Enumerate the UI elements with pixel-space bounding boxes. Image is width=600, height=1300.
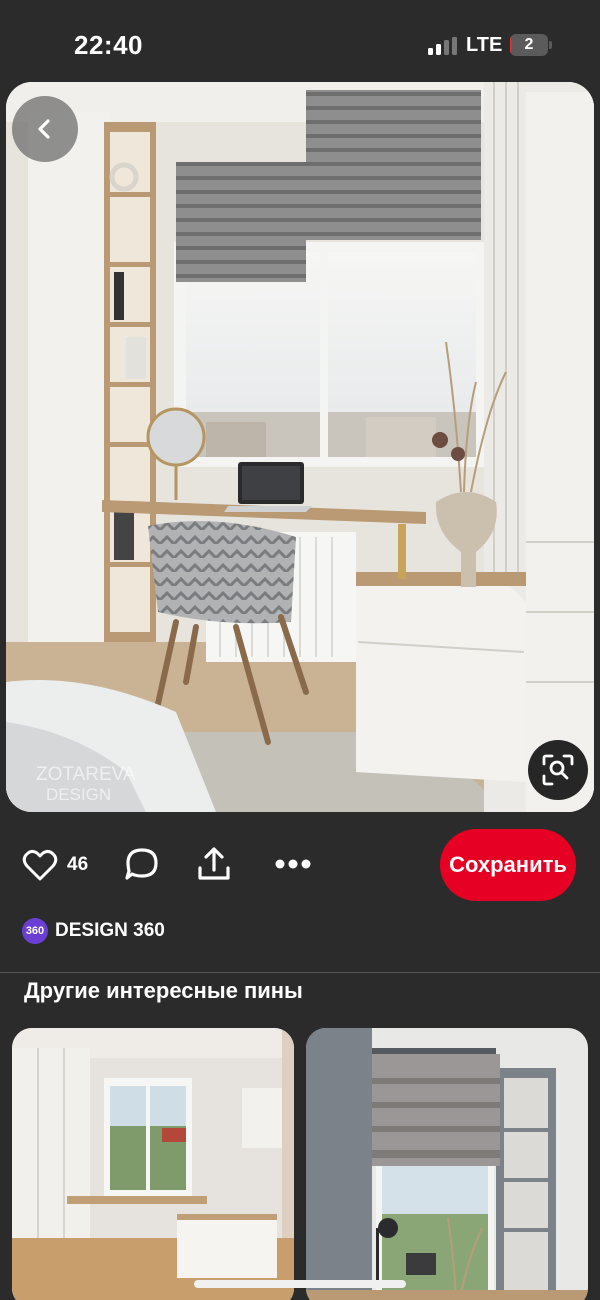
share-upload-icon[interactable] <box>196 846 232 882</box>
visual-search-button[interactable] <box>528 740 588 800</box>
back-button[interactable] <box>12 96 78 162</box>
save-button[interactable]: Сохранить <box>440 829 576 901</box>
status-bar: 22:40 LTE 2 <box>0 0 600 84</box>
related-pin[interactable] <box>12 1028 294 1300</box>
watermark-line-2: DESIGN <box>46 785 111 804</box>
battery-indicator: 2 <box>510 34 552 56</box>
watermark-line-1: ZOTAREVA <box>36 764 136 785</box>
pin-image[interactable]: ZOTAREVA DESIGN <box>6 82 594 812</box>
related-pin-image <box>306 1028 588 1300</box>
related-pin[interactable] <box>306 1028 588 1300</box>
network-type: LTE <box>466 34 503 56</box>
pin-author[interactable]: 360 DESIGN 360 <box>22 916 165 946</box>
battery-level: 2 <box>524 36 534 53</box>
author-avatar: 360 <box>22 918 48 944</box>
comment-bubble-icon[interactable] <box>124 846 160 882</box>
home-indicator[interactable] <box>194 1280 406 1288</box>
room-illustration: ZOTAREVA DESIGN <box>6 82 594 812</box>
more-dots-icon[interactable] <box>274 854 312 874</box>
like-count: 46 <box>67 854 89 875</box>
related-pins-title: Другие интересные пины <box>24 978 303 1003</box>
chevron-left-icon <box>38 119 50 139</box>
visual-search-icon <box>542 754 574 786</box>
signal-strength-icon <box>428 37 457 55</box>
author-name: DESIGN 360 <box>55 920 165 941</box>
related-pin-image <box>12 1028 294 1300</box>
status-time: 22:40 <box>74 30 143 60</box>
heart-icon[interactable] <box>22 848 58 882</box>
section-divider <box>0 972 600 973</box>
pin-action-bar: 46 Сохранить <box>0 826 600 906</box>
